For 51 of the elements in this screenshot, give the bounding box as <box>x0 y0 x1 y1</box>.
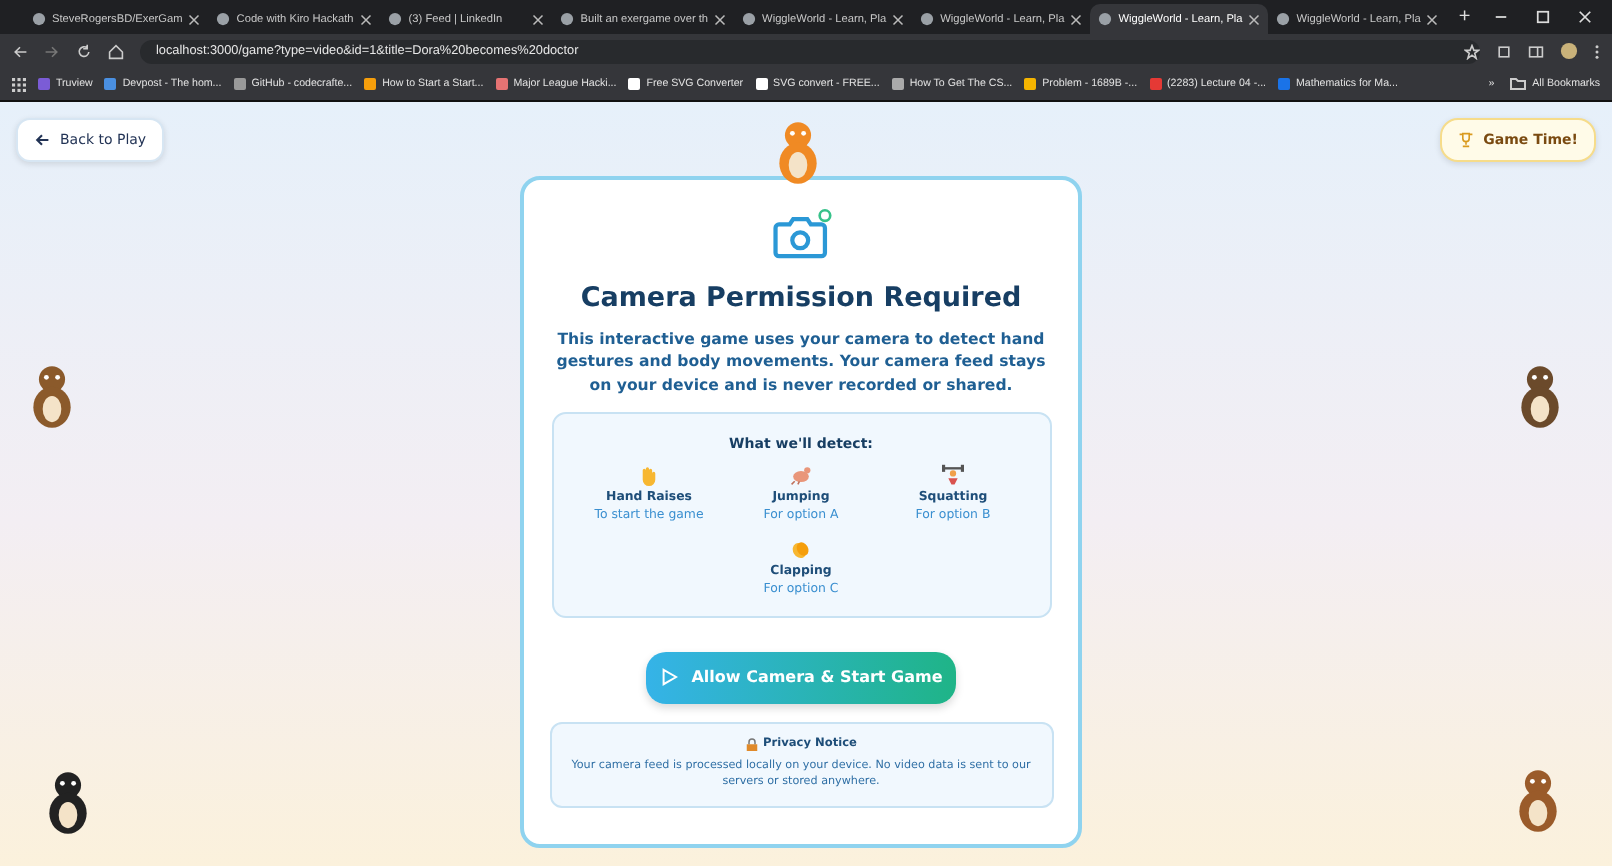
close-icon[interactable] <box>1248 13 1261 25</box>
tab-favicon-icon <box>388 12 403 26</box>
raised-hand-icon <box>638 463 660 486</box>
tab-favicon-icon <box>32 12 46 26</box>
bookmark-favicon-icon <box>495 78 508 90</box>
jumping-animal-icon <box>790 463 812 486</box>
bookmark-favicon-icon <box>364 78 377 90</box>
camera-icon <box>771 208 831 262</box>
tab-favicon-icon <box>920 12 935 26</box>
close-icon[interactable] <box>532 13 545 25</box>
apps-grid-icon[interactable] <box>12 77 26 91</box>
card-title: Camera Permission Required <box>580 282 1022 314</box>
close-icon[interactable] <box>1426 13 1439 25</box>
bookmark-favicon-icon <box>891 78 904 90</box>
back-arrow-icon[interactable] <box>12 43 28 59</box>
sidebar-icon[interactable] <box>1528 43 1544 59</box>
close-window-icon[interactable] <box>1578 10 1592 24</box>
play-icon <box>659 668 678 687</box>
minimize-icon[interactable] <box>1494 10 1508 24</box>
lock-icon <box>745 737 757 752</box>
back-arrow-icon <box>34 132 50 148</box>
trophy-icon <box>1457 132 1474 148</box>
home-icon[interactable] <box>108 43 124 59</box>
bookmark-star-icon[interactable] <box>1464 43 1480 59</box>
tab-favicon-icon <box>742 12 757 26</box>
bookmark-favicon-icon <box>38 78 50 90</box>
bookmark-favicon-icon <box>755 78 768 90</box>
maximize-icon[interactable] <box>1536 10 1550 24</box>
close-icon[interactable] <box>892 13 905 25</box>
menu-icon[interactable] <box>1594 43 1600 59</box>
bookmark-favicon-icon <box>1024 78 1037 90</box>
forward-arrow-icon[interactable] <box>44 43 60 59</box>
new-tab-button[interactable]: + <box>1458 6 1471 28</box>
bookmark-favicon-icon <box>628 78 641 90</box>
close-icon[interactable] <box>188 13 201 25</box>
folder-icon <box>1510 78 1527 90</box>
close-icon[interactable] <box>714 13 727 25</box>
tab-favicon-icon <box>216 12 231 26</box>
bookmark-favicon-icon <box>1149 78 1162 90</box>
bookmark-favicon-icon <box>233 78 246 90</box>
bookmark-favicon-icon <box>1278 78 1291 90</box>
tab-favicon-icon <box>1276 12 1291 26</box>
bookmark-favicon-icon <box>104 78 117 90</box>
profile-avatar-icon[interactable] <box>1560 42 1578 60</box>
close-icon[interactable] <box>360 13 373 25</box>
tab-favicon-icon <box>1098 12 1113 26</box>
tab-favicon-icon <box>560 12 575 26</box>
reload-icon[interactable] <box>76 43 92 59</box>
close-icon[interactable] <box>1070 13 1083 25</box>
extensions-icon[interactable] <box>1496 43 1512 59</box>
weightlifter-icon <box>942 463 964 486</box>
